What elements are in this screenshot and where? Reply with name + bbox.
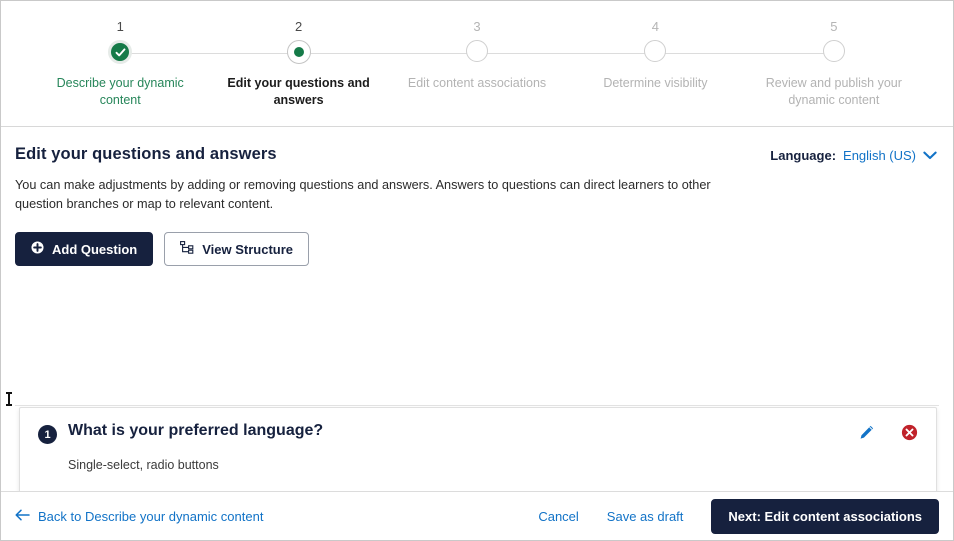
step-circle-current: [286, 40, 311, 64]
step-circle-complete: [108, 40, 133, 64]
language-label: Language:: [770, 148, 837, 163]
back-link-label: Back to Describe your dynamic content: [38, 508, 264, 524]
question-toolbar: Add Question View Structure: [15, 232, 939, 266]
check-icon: [115, 47, 126, 56]
step-1-describe-content[interactable]: 1 Describe your dynamic content: [31, 19, 299, 109]
sitemap-icon: [180, 241, 194, 257]
page-title: Edit your questions and answers: [15, 145, 277, 163]
step-number: 2: [294, 19, 303, 34]
footer-actions: Cancel Save as draft Next: Edit content …: [538, 498, 939, 534]
step-indicator: [209, 40, 478, 66]
step-circle-pending: [644, 40, 667, 62]
cancel-button[interactable]: Cancel: [538, 509, 578, 524]
step-label: Edit content associations: [407, 76, 547, 90]
main-content: Edit your questions and answers Language…: [1, 127, 953, 491]
delete-circle-icon: [901, 424, 918, 444]
step-2-edit-questions[interactable]: 2 Edit your questions and answers: [209, 19, 478, 109]
step-indicator: [566, 40, 834, 66]
question-title: What is your preferred language?: [68, 422, 324, 439]
edit-question-button[interactable]: [858, 424, 875, 441]
step-circle-pending: [466, 40, 489, 62]
step-indicator: [31, 40, 299, 66]
step-circle-pending: [822, 40, 845, 62]
step-number: 4: [651, 19, 660, 34]
step-number: 3: [473, 19, 481, 34]
step-label: Edit your questions and answers: [227, 76, 370, 107]
add-question-label: Add Question: [52, 241, 138, 257]
next-button[interactable]: Next: Edit content associations: [711, 498, 939, 534]
step-5-review-publish[interactable]: 5 Review and publish your dynamic conten…: [745, 19, 923, 109]
view-structure-button[interactable]: View Structure: [164, 232, 310, 266]
add-question-button[interactable]: Add Question: [15, 232, 154, 266]
question-card-actions: [858, 422, 918, 441]
step-label: Review and publish your dynamic content: [765, 76, 902, 107]
question-number-badge: 1: [38, 425, 57, 444]
step-current-dot: [293, 47, 304, 57]
step-label: Describe your dynamic content: [56, 76, 184, 107]
step-indicator: [388, 40, 656, 66]
progress-stepper: 1 Describe your dynamic content 2 Edit y…: [1, 1, 953, 127]
save-as-draft-button[interactable]: Save as draft: [607, 509, 684, 524]
step-number: 5: [830, 19, 838, 34]
step-number: 1: [116, 19, 124, 34]
arrow-left-icon: [15, 509, 30, 524]
pencil-icon: [858, 425, 875, 444]
wizard-screen: 1 Describe your dynamic content 2 Edit y…: [0, 0, 954, 541]
question-card-header: 1 What is your preferred language?: [38, 422, 918, 444]
question-type-label: Single-select, radio buttons: [68, 458, 219, 472]
section-divider: [15, 405, 939, 406]
page-description: You can make adjustments by adding or re…: [15, 178, 711, 211]
step-3-content-associations[interactable]: 3 Edit content associations: [388, 19, 656, 109]
plus-circle-icon: [31, 241, 44, 257]
chevron-down-icon: [923, 148, 937, 163]
question-card: 1 What is your preferred language? Singl…: [19, 407, 937, 491]
text-cursor-marker: [6, 392, 12, 406]
language-value: English (US): [843, 148, 916, 163]
wizard-footer: Back to Describe your dynamic content Ca…: [1, 491, 953, 540]
view-structure-label: View Structure: [202, 241, 294, 257]
delete-question-button[interactable]: [901, 424, 918, 441]
page-header: Edit your questions and answers Language…: [15, 127, 939, 164]
stepper-items: 1 Describe your dynamic content 2 Edit y…: [1, 19, 953, 109]
step-label: Determine visibility: [603, 76, 708, 90]
step-4-determine-visibility[interactable]: 4 Determine visibility: [566, 19, 834, 109]
step-indicator: [745, 40, 923, 66]
language-selector[interactable]: Language: English (US): [770, 145, 939, 163]
back-link[interactable]: Back to Describe your dynamic content: [15, 509, 263, 524]
